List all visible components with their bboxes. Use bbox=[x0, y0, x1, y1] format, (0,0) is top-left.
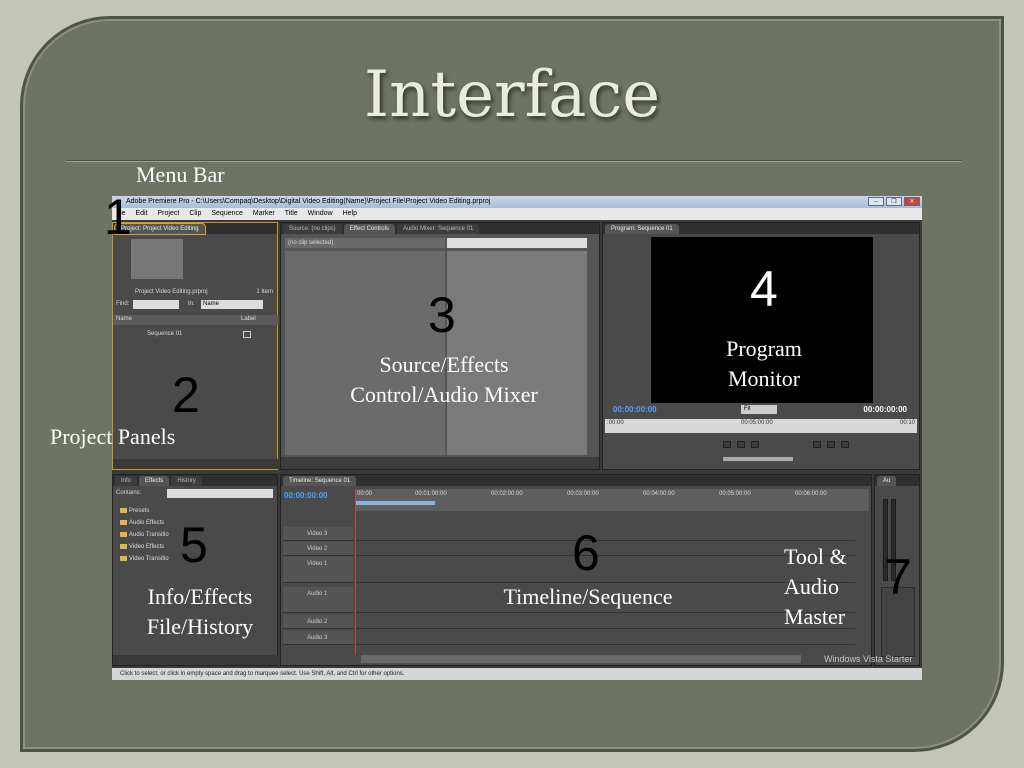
windows-logo: Windows Vista Starter bbox=[824, 654, 913, 664]
contains-label: Contains: bbox=[116, 490, 142, 496]
extract-button[interactable] bbox=[827, 441, 835, 448]
slide-title: Interface bbox=[363, 58, 661, 132]
tab-audio-mixer[interactable]: Audio Mixer: Sequence 01 bbox=[396, 224, 480, 234]
play-button[interactable] bbox=[723, 441, 731, 448]
track-audio-3[interactable]: Audio 3 bbox=[283, 631, 353, 645]
timeline-ruler[interactable]: 00:00 00:01:00:00 00:02:00:00 00:03:00:0… bbox=[355, 489, 869, 511]
menu-window[interactable]: Window bbox=[308, 208, 333, 220]
callout-source-effects: Source/Effects Control/Audio Mixer bbox=[350, 352, 538, 407]
in-label: In: bbox=[188, 301, 195, 307]
menu-clip[interactable]: Clip bbox=[189, 208, 201, 220]
callout-tool-audio-master: Tool & Audio Master bbox=[784, 544, 847, 629]
menu-title[interactable]: Title bbox=[285, 208, 298, 220]
callout-timeline-sequence: Timeline/Sequence bbox=[503, 584, 673, 609]
number-6: 6 bbox=[572, 525, 600, 581]
tab-effects[interactable]: Effects bbox=[139, 476, 170, 486]
menu-sequence[interactable]: Sequence bbox=[211, 208, 243, 220]
jog-slider[interactable] bbox=[723, 457, 793, 461]
minimize-icon[interactable]: – bbox=[868, 197, 884, 206]
work-area-bar[interactable] bbox=[355, 501, 435, 505]
column-label[interactable]: Label bbox=[241, 316, 256, 322]
number-5: 5 bbox=[180, 517, 208, 573]
track-video-2[interactable]: Video 2 bbox=[283, 542, 353, 556]
track-audio-2[interactable]: Audio 2 bbox=[283, 615, 353, 629]
column-name[interactable]: Name bbox=[116, 316, 132, 322]
export-frame-button[interactable] bbox=[841, 441, 849, 448]
program-time-ruler[interactable]: :00:00 00:05:00:00 00:10 bbox=[605, 419, 917, 433]
status-bar: Click to select, or click in empty space… bbox=[112, 668, 922, 680]
source-effects-panel: Source: (no clips) Effect Controls Audio… bbox=[280, 222, 600, 470]
program-timecode-right: 00:00:00:00 bbox=[863, 405, 907, 414]
fit-select[interactable]: Fit bbox=[741, 405, 777, 414]
tab-effect-controls[interactable]: Effect Controls bbox=[343, 224, 395, 234]
menu-bar: le Edit Project Clip Sequence Marker Tit… bbox=[112, 208, 922, 220]
step-forward-button[interactable] bbox=[737, 441, 745, 448]
mark-out-button[interactable] bbox=[751, 441, 759, 448]
label-checkbox[interactable] bbox=[243, 331, 251, 338]
tab-info[interactable]: Info bbox=[115, 476, 138, 486]
menu-project[interactable]: Project bbox=[158, 208, 180, 220]
menu-edit[interactable]: Edit bbox=[135, 208, 147, 220]
effects-footer bbox=[113, 655, 279, 665]
timeline-timecode[interactable]: 00:00:00:00 bbox=[284, 491, 328, 500]
track-video-1[interactable]: Video 1 bbox=[283, 557, 353, 583]
callout-program-monitor: Program Monitor bbox=[726, 336, 802, 391]
number-2: 2 bbox=[172, 367, 200, 423]
menu-help[interactable]: Help bbox=[343, 208, 357, 220]
window-title: Adobe Premiere Pro - C:\Users\Compaq\Des… bbox=[126, 198, 491, 205]
restore-icon[interactable]: ❐ bbox=[886, 197, 902, 206]
source-footer bbox=[281, 457, 599, 469]
contains-input[interactable] bbox=[167, 489, 273, 498]
number-1: 1 bbox=[104, 189, 132, 245]
lift-button[interactable] bbox=[813, 441, 821, 448]
tab-history[interactable]: History bbox=[171, 476, 202, 486]
playhead[interactable] bbox=[355, 489, 356, 655]
tab-timeline[interactable]: Timeline: Sequence 01 bbox=[283, 476, 357, 486]
find-input[interactable] bbox=[133, 300, 179, 309]
track-audio-1[interactable]: Audio 1 bbox=[283, 587, 353, 613]
tab-source[interactable]: Source: (no clips) bbox=[283, 224, 342, 234]
menu-marker[interactable]: Marker bbox=[253, 208, 275, 220]
project-item-count: 1 Item bbox=[256, 289, 273, 295]
callout-project-panels: Project Panels bbox=[50, 424, 176, 449]
callout-menu-bar: Menu Bar bbox=[136, 162, 225, 187]
number-4: 4 bbox=[750, 261, 778, 317]
find-label: Find: bbox=[116, 301, 130, 307]
clip-select[interactable]: (no clip selected) bbox=[285, 238, 445, 248]
callout-info-effects: Info/Effects File/History bbox=[146, 584, 254, 639]
tab-audio-master[interactable]: Au bbox=[877, 476, 897, 486]
sequence-item[interactable]: Sequence 01 bbox=[147, 331, 182, 337]
project-file-name: Project Video Editing.prproj bbox=[135, 289, 208, 295]
track-video-3[interactable]: Video 3 bbox=[283, 527, 353, 541]
project-thumbnail bbox=[131, 239, 183, 279]
number-7: 7 bbox=[884, 549, 912, 605]
tab-program[interactable]: Program: Sequence 01 bbox=[605, 224, 679, 234]
number-3: 3 bbox=[428, 287, 456, 343]
close-icon[interactable]: ✕ bbox=[904, 197, 920, 206]
window-titlebar: Adobe Premiere Pro - C:\Users\Compaq\Des… bbox=[112, 196, 922, 208]
program-timecode-left[interactable]: 00:00:00:00 bbox=[613, 405, 657, 414]
project-footer bbox=[113, 459, 279, 469]
folder-presets[interactable]: Presets bbox=[117, 505, 267, 517]
timeline-scrollbar[interactable] bbox=[361, 655, 801, 663]
in-select[interactable]: Name bbox=[201, 300, 263, 309]
effect-timeline-strip bbox=[447, 238, 587, 248]
